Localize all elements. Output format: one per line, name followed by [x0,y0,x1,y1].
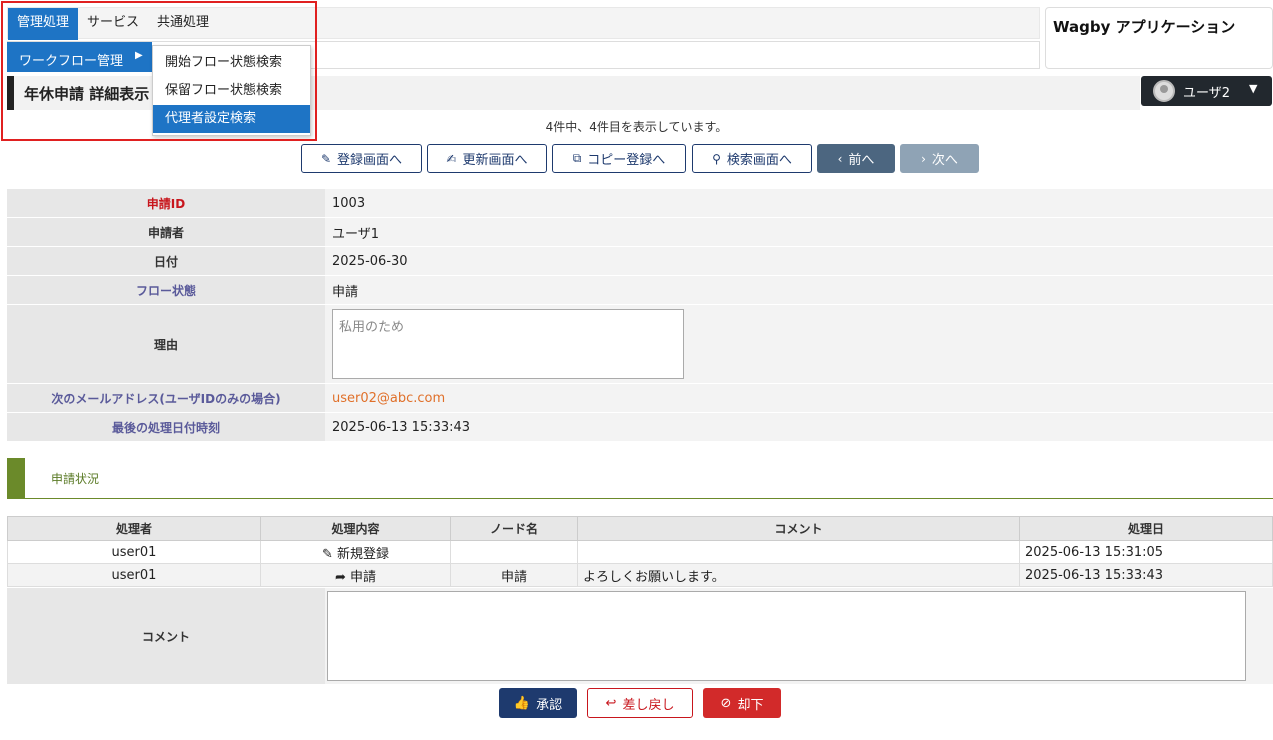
history-table: 処理者 処理内容 ノード名 コメント 処理日 user01 ✎ 新規登録 202… [7,516,1273,587]
field-value: ユーザ1 [325,218,1273,246]
action-text: 申請 [350,569,377,585]
user-menu-button[interactable]: ユーザ2 ▼ [1141,76,1272,106]
copy-register-button[interactable]: ⧉ コピー登録へ [552,144,686,173]
col-header: コメント [577,516,1020,541]
email-link[interactable]: user02@abc.com [325,384,1273,412]
reject-button[interactable]: ⊘ 却下 [703,688,781,718]
edit-icon: ✍ [446,151,457,166]
cell-date: 2025-06-13 15:31:05 [1019,540,1273,564]
register-label: 登録画面へ [337,153,403,168]
col-header: 処理内容 [260,516,451,541]
search-icon: ⚲ [712,151,721,166]
register-button[interactable]: ✎ 登録画面へ [301,144,422,173]
detail-row-last-processed: 最後の処理日付時刻 2025-06-13 15:33:43 [7,413,1273,442]
thumbs-up-icon: 👍 [513,695,531,711]
pencil-icon: ✎ [320,151,332,166]
field-label: 理由 [7,305,325,383]
cell-date: 2025-06-13 15:33:43 [1019,563,1273,587]
action-text: 新規登録 [337,546,390,562]
field-label: 日付 [7,247,325,275]
search-button[interactable]: ⚲ 検索画面へ [692,144,812,173]
cell-action: ✎ 新規登録 [260,540,451,564]
field-value: 1003 [325,189,1273,217]
page-title: 年休申請 詳細表示 [24,85,150,103]
cell-user: user01 [7,540,261,564]
cell-action: ➦ 申請 [260,563,451,587]
chevron-left-icon: ‹ [837,151,843,166]
app-brand: Wagby アプリケーション [1053,18,1236,36]
comment-textarea[interactable] [327,591,1246,681]
cell-node [450,540,578,564]
field-label: 申請ID [7,189,325,217]
section-header: 申請状況 [7,458,1273,499]
pencil-icon: ✎ [321,546,337,562]
cell-node: 申請 [450,563,578,587]
chevron-right-icon: ▶ [135,50,143,61]
comment-area-wrap [325,588,1273,684]
comment-row: コメント [7,588,1273,684]
caret-down-icon: ▼ [1249,82,1258,95]
field-value: 2025-06-30 [325,247,1273,275]
send-back-button[interactable]: ↩ 差し戻し [587,688,693,718]
brand-box: Wagby アプリケーション [1045,7,1273,69]
detail-row-flow-status: フロー状態 申請 [7,276,1273,305]
detail-row-date: 日付 2025-06-30 [7,247,1273,276]
col-header: 処理日 [1019,516,1273,541]
user-name: ユーザ2 [1183,86,1231,101]
col-header: 処理者 [7,516,261,541]
field-label: 申請者 [7,218,325,246]
approve-button[interactable]: 👍 承認 [499,688,577,718]
reject-label: 却下 [737,697,764,713]
search-label: 検索画面へ [726,153,792,168]
detail-row-reason: 理由 私用のため [7,305,1273,384]
field-value: 申請 [325,276,1273,304]
prev-label: 前へ [848,153,875,168]
menu-workflow-management[interactable]: ワークフロー管理 ▶ [7,42,152,72]
comment-label: コメント [141,629,190,644]
reason-textarea[interactable]: 私用のため [332,309,684,379]
next-button[interactable]: › 次へ [900,144,979,173]
menu-admin[interactable]: 管理処理 [8,8,79,40]
detail-row-next-email: 次のメールアドレス(ユーザIDのみの場合) user02@abc.com [7,384,1273,413]
reply-icon: ↩ [605,695,617,711]
top-menu-bar: 管理処理 サービス 共通処理 [7,7,1040,40]
menu-service[interactable]: サービス [78,8,148,40]
next-label: 次へ [931,153,958,168]
field-label: 最後の処理日付時刻 [7,413,325,441]
cell-comment: よろしくお願いします。 [577,563,1020,587]
share-arrow-icon: ➦ [334,569,350,585]
send-back-label: 差し戻し [622,697,675,713]
section-title: 申請状況 [51,472,100,486]
cell-comment [577,540,1020,564]
update-button[interactable]: ✍ 更新画面へ [427,144,547,173]
menu-common[interactable]: 共通処理 [148,8,218,40]
menu-workflow-label: ワークフロー管理 [19,54,124,69]
section-marker [7,458,25,498]
table-row: user01 ✎ 新規登録 2025-06-13 15:31:05 [7,540,1273,564]
field-label: 次のメールアドレス(ユーザIDのみの場合) [7,384,325,412]
field-label: フロー状態 [7,276,325,304]
col-header: ノード名 [450,516,578,541]
detail-row-applicant: 申請者 ユーザ1 [7,218,1273,247]
detail-row-id: 申請ID 1003 [7,189,1273,218]
update-label: 更新画面へ [462,153,528,168]
copy-label: コピー登録へ [587,153,666,168]
ban-icon: ⊘ [720,695,732,711]
prev-button[interactable]: ‹ 前へ [817,144,895,173]
submenu-pending-flow-search[interactable]: 保留フロー状態検索 [153,77,310,105]
submenu-start-flow-search[interactable]: 開始フロー状態検索 [153,49,310,77]
field-value: 2025-06-13 15:33:43 [325,413,1273,441]
record-count-text: 4件中、4件目を表示しています。 [545,120,728,134]
approve-label: 承認 [536,697,563,713]
table-row: user01 ➦ 申請 申請 よろしくお願いします。 2025-06-13 15… [7,563,1273,587]
copy-icon: ⧉ [572,151,582,165]
chevron-right-icon: › [921,151,926,166]
avatar-icon [1153,80,1175,102]
cell-user: user01 [7,563,261,587]
